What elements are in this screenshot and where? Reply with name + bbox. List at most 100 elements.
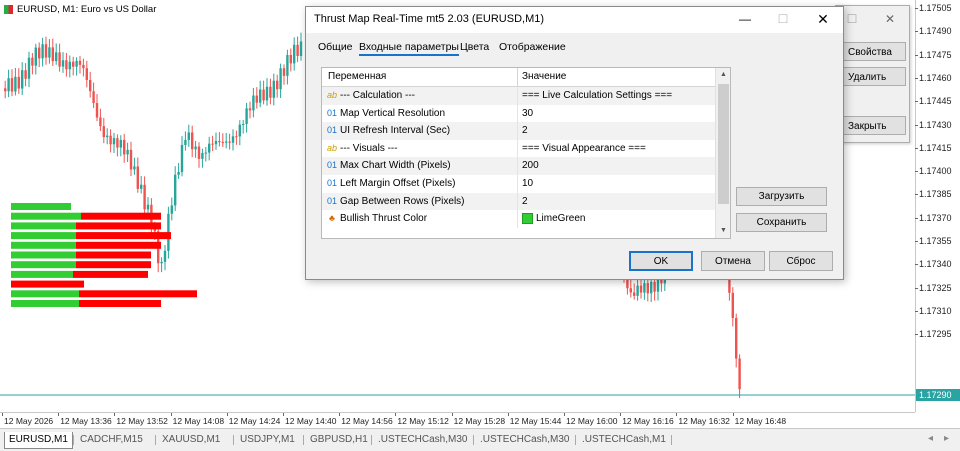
tab-separator (473, 435, 474, 445)
time-tick (170, 413, 172, 416)
symbol-tab[interactable]: .USTECHCash,M30 (374, 432, 471, 448)
symbol-tab[interactable]: XAUUSD,M1 (158, 432, 224, 448)
time-tick-label: 12 May 16:16 (622, 416, 674, 426)
candle-body (221, 142, 224, 144)
candle-body (136, 166, 139, 189)
price-tick-label: 1.17340 (915, 259, 952, 270)
thrust-bar-bear (73, 270, 148, 278)
parameter-value[interactable]: LimeGreen (522, 213, 586, 225)
tab-visualization[interactable]: Отображение (499, 41, 566, 53)
column-header-variable[interactable]: Переменная (328, 71, 386, 82)
parameter-row[interactable]: ab --- Calculation --- === Live Calculatio… (322, 87, 715, 105)
parameter-name: Gap Between Rows (Pixels) (340, 195, 465, 207)
candle-body (21, 70, 24, 89)
load-button[interactable]: Загрузить (736, 187, 827, 206)
candle-body (92, 91, 95, 104)
parameter-name: --- Calculation --- (340, 90, 416, 101)
symbol-tab[interactable]: CADCHF,M15 (76, 432, 147, 448)
price-axis[interactable]: 1.17290 1.17505 1.17490 1.17475 1.17460 1.17… (915, 0, 960, 412)
scroll-thumb[interactable] (718, 84, 729, 204)
symbol-tab[interactable]: USDJPY,M1 (236, 432, 299, 448)
symbol-title-text: EURUSD, M1: Euro vs US Dollar (17, 4, 157, 15)
properties-button[interactable]: Свойства (840, 42, 906, 61)
price-tick-label: 1.17325 (915, 282, 952, 293)
thrust-bar-bull (11, 300, 79, 307)
thrust-bar-bull (11, 270, 73, 278)
price-tick-label: 1.17385 (915, 189, 952, 200)
candle-body (286, 54, 289, 76)
candle-body (276, 80, 279, 90)
candle-body (636, 285, 639, 296)
maximize-icon[interactable]: ☐ (769, 8, 797, 30)
tab-colors[interactable]: Цвета (460, 41, 489, 53)
parameter-value-text: LimeGreen (536, 213, 586, 225)
grid-scrollbar[interactable]: ▲ ▼ (715, 68, 730, 238)
parameter-row[interactable]: ♣ Bullish Thrust Color LimeGreen (322, 210, 715, 228)
parameter-row[interactable]: ab --- Visuals --- === Visual Appearance =… (322, 139, 715, 158)
symbol-tab[interactable]: .USTECHCash,M1 (578, 432, 670, 448)
numeric-icon: 01 (326, 160, 337, 171)
tab-input-parameters[interactable]: Входные параметры (359, 41, 459, 56)
parameter-value[interactable]: === Visual Appearance === (522, 143, 646, 154)
tab-separator (575, 435, 576, 445)
column-header-value[interactable]: Значение (522, 71, 566, 82)
candle-body (89, 79, 92, 92)
price-tick-label: 1.17445 (915, 96, 952, 107)
time-tick (564, 413, 565, 416)
price-tick-label: 1.17310 (915, 305, 952, 316)
candle-body (248, 108, 252, 111)
cancel-button[interactable]: Отмена (701, 251, 765, 271)
parameter-value[interactable]: 10 (522, 178, 533, 189)
candle-body (72, 61, 75, 67)
parameter-row[interactable]: 01 UI Refresh Interval (Sec) 2 (322, 122, 715, 140)
price-tick-label: 1.17400 (915, 166, 952, 177)
scroll-left-icon[interactable]: ◂ (928, 433, 933, 444)
candle-body (194, 146, 197, 150)
symbol-tab[interactable]: .USTECHCash,M30 (476, 432, 573, 448)
reset-button[interactable]: Сброс (769, 251, 833, 271)
tab-general[interactable]: Общие (318, 41, 353, 53)
parameter-name: Map Vertical Resolution (340, 107, 446, 119)
numeric-icon: 01 (326, 195, 337, 206)
close-icon[interactable]: ✕ (809, 8, 837, 30)
close-button[interactable]: Закрыть (840, 116, 906, 135)
parameter-row[interactable]: 01 Gap Between Rows (Pixels) 2 (322, 192, 715, 211)
parameter-row[interactable]: 01 Left Margin Offset (Pixels) 10 (322, 175, 715, 193)
dialog-title: Thrust Map Real-Time mt5 2.03 (EURUSD,M1… (314, 13, 545, 25)
candle-body (208, 143, 211, 153)
close-icon[interactable]: ✕ (876, 8, 904, 30)
time-tick-label: 12 May 13:36 (60, 416, 112, 426)
scroll-down-icon[interactable]: ▼ (716, 224, 730, 238)
symbol-tab[interactable]: GBPUSD,H1 (306, 432, 372, 448)
parameter-value[interactable]: 30 (522, 108, 533, 119)
thrust-bar-bear (81, 212, 161, 220)
symbol-tab[interactable]: EURUSD,M1 (4, 432, 73, 449)
price-tick-label: 1.17370 (915, 212, 952, 223)
scroll-right-icon[interactable]: ▸ (944, 433, 949, 444)
ok-button[interactable]: OK (629, 251, 693, 271)
parameter-row[interactable]: 01 Map Vertical Resolution 30 (322, 104, 715, 123)
save-button[interactable]: Сохранить (736, 213, 827, 232)
thrust-bar-bear (76, 222, 161, 230)
scroll-up-icon[interactable]: ▲ (716, 68, 730, 82)
parameter-row[interactable]: 01 Max Chart Width (Pixels) 200 (322, 157, 715, 175)
parameter-value[interactable]: 2 (522, 125, 528, 136)
parameter-value[interactable]: === Live Calculation Settings === (522, 90, 672, 101)
candle-body (34, 47, 37, 66)
candle-body (255, 95, 258, 103)
parameter-value[interactable]: 200 (522, 160, 539, 171)
thrust-bar-bull (11, 261, 76, 269)
candle-body (17, 76, 20, 89)
thrust-bar-bull (11, 203, 71, 210)
parameter-value[interactable]: 2 (522, 196, 528, 207)
candle-body (61, 60, 65, 67)
dialog-titlebar[interactable]: Thrust Map Real-Time mt5 2.03 (EURUSD,M1… (306, 7, 843, 33)
candle-body (82, 64, 85, 69)
candle-body (197, 146, 201, 159)
parameter-value-text: 30 (522, 107, 534, 119)
delete-button[interactable]: Удалить (840, 67, 906, 86)
time-axis[interactable]: 12 May 2026 12 May 13:36 12 May 13:52 12 Ma… (0, 412, 915, 429)
candle-body (272, 80, 275, 98)
minimize-icon[interactable]: — (731, 8, 759, 30)
candle-body (41, 44, 44, 59)
